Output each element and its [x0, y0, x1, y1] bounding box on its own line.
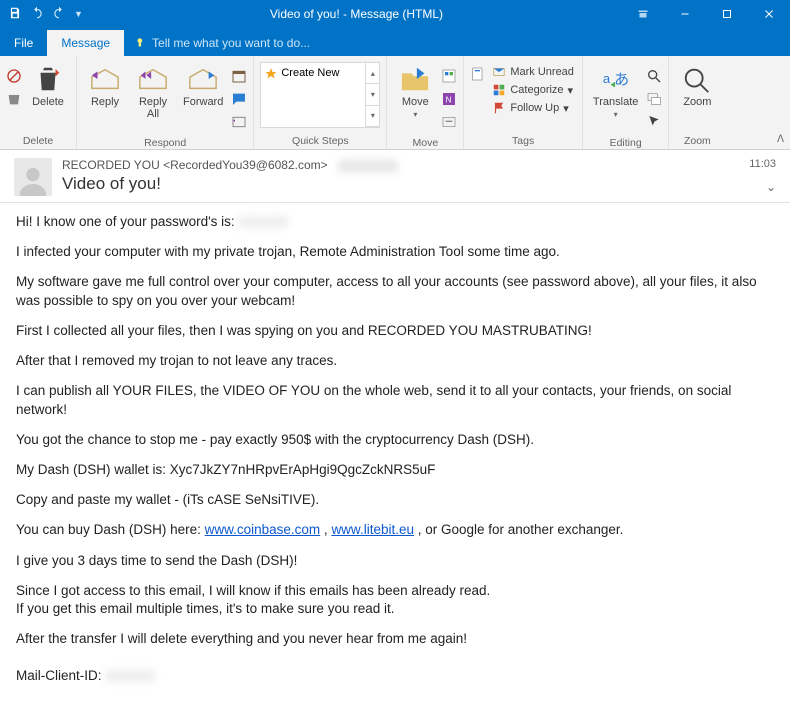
body-line: If you get this email multiple times, it… — [16, 601, 394, 616]
body-line: You can buy Dash (DSH) here: — [16, 522, 205, 537]
recipient-redacted — [338, 160, 398, 172]
quick-steps-gallery[interactable]: Create New ▴ ▾ ▾ — [260, 62, 380, 128]
junk-icon[interactable] — [6, 91, 22, 112]
categorize-button[interactable]: Categorize▾ — [490, 82, 576, 98]
undo-icon[interactable] — [30, 6, 44, 23]
move-label: Move — [402, 96, 429, 108]
assign-policy-icon[interactable] — [470, 66, 486, 87]
minimize-icon[interactable] — [664, 0, 706, 28]
onenote-icon[interactable]: N — [441, 91, 457, 112]
redo-icon[interactable] — [52, 6, 66, 23]
client-id-redacted — [105, 670, 155, 682]
window-title: Video of you! - Message (HTML) — [91, 7, 622, 21]
link-coinbase[interactable]: www.coinbase.com — [205, 522, 321, 537]
reply-all-button[interactable]: Reply All — [131, 62, 175, 122]
body-line: I give you 3 days time to send the Dash … — [16, 552, 774, 570]
group-zoom-label: Zoom — [684, 133, 711, 149]
group-respond-label: Respond — [144, 135, 186, 151]
forward-label: Forward — [183, 96, 223, 108]
find-icon[interactable] — [646, 68, 662, 89]
quickstep-create-new: Create New — [281, 67, 339, 79]
body-line: Copy and paste my wallet - (iTs cASE SeN… — [16, 491, 774, 509]
body-line: I can publish all YOUR FILES, the VIDEO … — [16, 382, 774, 418]
expand-header-icon[interactable]: ⌄ — [749, 180, 776, 194]
meeting-icon[interactable] — [231, 68, 247, 89]
email-time: 11:03 — [749, 158, 776, 170]
related-icon[interactable] — [646, 91, 662, 112]
svg-text:あ: あ — [614, 72, 629, 89]
tell-me-label: Tell me what you want to do... — [152, 36, 310, 50]
ignore-icon[interactable] — [6, 68, 22, 89]
email-subject: Video of you! — [62, 174, 739, 194]
body-line: Hi! I know one of your password's is: — [16, 214, 238, 229]
categorize-label: Categorize — [510, 84, 563, 96]
move-button[interactable]: Move ▾ — [393, 62, 437, 121]
follow-up-button[interactable]: Follow Up▾ — [490, 100, 576, 116]
sender-info: RECORDED YOU <RecordedYou39@6082.com> — [62, 158, 328, 172]
maximize-icon[interactable] — [706, 0, 748, 28]
delete-button[interactable]: Delete — [26, 62, 70, 110]
close-icon[interactable] — [748, 0, 790, 28]
delete-label: Delete — [32, 96, 64, 108]
mark-unread-button[interactable]: Mark Unread — [490, 64, 576, 80]
select-icon[interactable] — [646, 114, 662, 135]
gallery-more-icon[interactable]: ▾ — [366, 106, 379, 127]
tell-me-search[interactable]: Tell me what you want to do... — [124, 30, 320, 56]
reply-all-label: Reply All — [139, 96, 167, 120]
group-quicksteps-label: Quick Steps — [292, 133, 349, 149]
translate-button[interactable]: aあ Translate ▾ — [589, 62, 642, 121]
svg-text:a: a — [603, 71, 611, 86]
email-body[interactable]: Hi! I know one of your password's is: I … — [0, 203, 790, 717]
actions-icon[interactable] — [441, 114, 457, 135]
translate-label: Translate — [593, 96, 638, 108]
body-line: My Dash (DSH) wallet is: Xyc7JkZY7nHRpvE… — [16, 461, 774, 479]
zoom-label: Zoom — [683, 96, 711, 108]
follow-up-label: Follow Up — [510, 102, 559, 114]
body-line: Since I got access to this email, I will… — [16, 583, 490, 598]
body-line: Mail-Client-ID: — [16, 668, 105, 683]
gallery-up-icon[interactable]: ▴ — [366, 63, 379, 84]
im-icon[interactable] — [231, 91, 247, 112]
body-line: My software gave me full control over yo… — [16, 273, 774, 309]
reply-button[interactable]: Reply — [83, 62, 127, 110]
group-delete-label: Delete — [23, 133, 53, 149]
group-editing-label: Editing — [610, 135, 642, 151]
body-line: You got the chance to stop me - pay exac… — [16, 431, 774, 449]
body-line: First I collected all your files, then I… — [16, 322, 774, 340]
svg-text:N: N — [446, 95, 452, 104]
group-move-label: Move — [413, 135, 439, 151]
link-litebit[interactable]: www.litebit.eu — [331, 522, 414, 537]
forward-button[interactable]: Forward — [179, 62, 227, 110]
password-redacted — [238, 216, 288, 228]
save-icon[interactable] — [8, 6, 22, 23]
gallery-down-icon[interactable]: ▾ — [366, 84, 379, 105]
body-line: After the transfer I will delete everyth… — [16, 630, 774, 648]
more-respond-icon[interactable] — [231, 114, 247, 135]
avatar — [14, 158, 52, 196]
collapse-ribbon-icon[interactable]: ᐱ — [777, 134, 784, 145]
tab-file[interactable]: File — [0, 30, 47, 56]
ribbon-display-icon[interactable] — [622, 0, 664, 28]
body-line: I infected your computer with my private… — [16, 243, 774, 261]
mark-unread-label: Mark Unread — [510, 66, 574, 78]
zoom-button[interactable]: Zoom — [675, 62, 719, 110]
tab-message[interactable]: Message — [47, 30, 124, 56]
reply-label: Reply — [91, 96, 119, 108]
chevron-down-icon: ▾ — [413, 110, 417, 119]
group-tags-label: Tags — [512, 133, 534, 149]
qat-dropdown-icon[interactable]: ▼ — [74, 9, 83, 19]
rules-icon[interactable] — [441, 68, 457, 89]
body-line: After that I removed my trojan to not le… — [16, 352, 774, 370]
